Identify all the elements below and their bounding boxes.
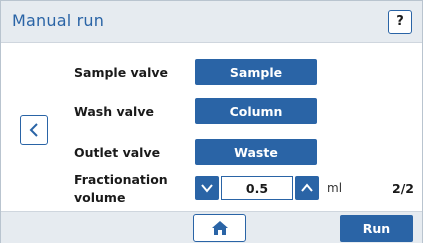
fractionation-volume-value: 0.5 [245, 180, 269, 196]
back-button[interactable] [20, 115, 48, 145]
wash-valve-value: Column [229, 103, 283, 119]
fractionation-volume-label-line1: Fractionation [74, 172, 168, 187]
wash-valve-label: Wash valve [74, 104, 154, 119]
outlet-valve-label: Outlet valve [74, 145, 161, 160]
wash-valve-button[interactable]: Column [195, 98, 317, 124]
page-title: Manual run [12, 11, 105, 30]
run-button-label: Run [362, 221, 391, 236]
chevron-up-icon [301, 183, 313, 192]
sample-valve-label: Sample valve [74, 65, 169, 80]
help-button[interactable]: ? [388, 10, 412, 34]
fractionation-volume-input[interactable]: 0.5 [221, 176, 293, 200]
outlet-valve-value: Waste [234, 144, 278, 160]
increase-volume-button[interactable] [295, 176, 319, 200]
chevron-down-icon [201, 184, 213, 193]
fractionation-volume-label-line2: volume [74, 190, 126, 205]
home-icon [212, 221, 228, 235]
question-icon: ? [396, 14, 404, 29]
outlet-valve-button[interactable]: Waste [195, 139, 317, 165]
volume-unit: ml [327, 181, 343, 195]
decrease-volume-button[interactable] [195, 176, 219, 200]
home-button[interactable] [193, 214, 246, 242]
sample-valve-button[interactable]: Sample [195, 59, 317, 85]
run-button[interactable]: Run [340, 215, 413, 242]
page-indicator: 2/2 [392, 181, 414, 196]
sample-valve-value: Sample [229, 64, 283, 80]
header-bar: Manual run [1, 1, 422, 43]
chevron-left-icon [29, 123, 38, 137]
